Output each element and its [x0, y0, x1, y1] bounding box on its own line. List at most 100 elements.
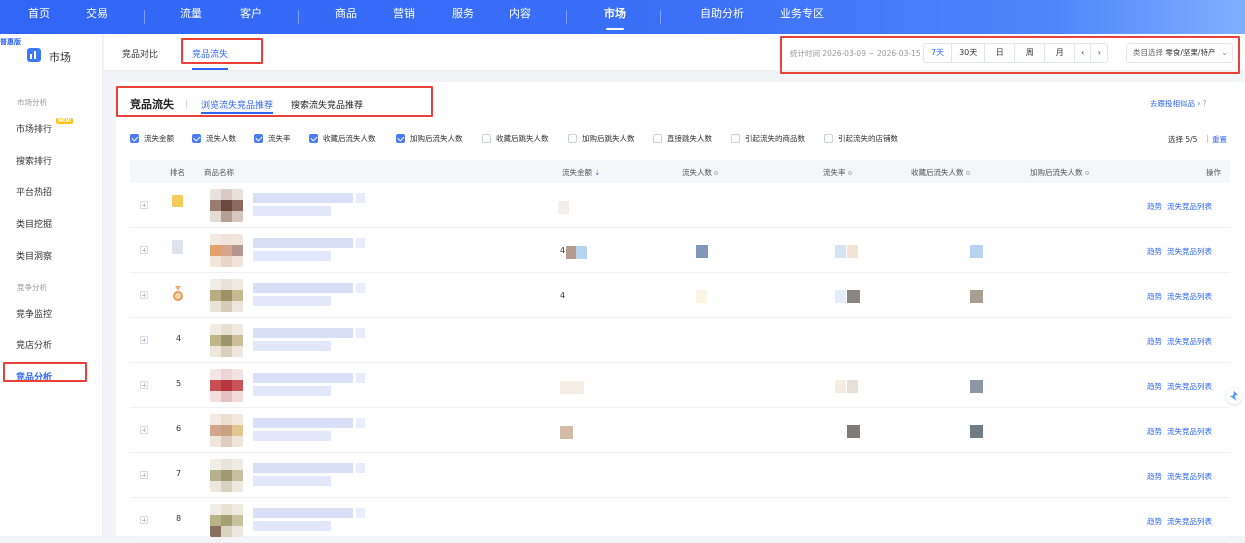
help-icon[interactable]: ? — [1203, 99, 1207, 108]
product-thumbnail[interactable] — [210, 324, 243, 357]
expand-icon[interactable] — [140, 516, 148, 524]
header-fav-loss[interactable]: 收藏后流失人数 — [911, 167, 970, 178]
nav-self-analysis[interactable]: 自助分析 — [700, 0, 744, 34]
tab-product-loss[interactable]: 竞品流失 — [192, 47, 229, 70]
nav-business-zone[interactable]: 业务专区 — [780, 0, 824, 34]
product-title-blurred[interactable] — [253, 283, 365, 293]
product-subtitle-blurred — [253, 431, 331, 441]
range-month-button[interactable]: 月 — [1045, 44, 1076, 62]
checkbox-label: 引起流失的店铺数 — [838, 134, 898, 143]
sidebar-item-competitor-product[interactable]: 竞品分析 — [16, 370, 52, 383]
sidebar-item-competition-monitor[interactable]: 竞争监控 — [16, 307, 52, 320]
rank-number: 7 — [176, 469, 182, 478]
nav-traffic[interactable]: 流量 — [180, 0, 202, 34]
loss-list-link[interactable]: 流失竞品列表 — [1167, 427, 1212, 436]
range-7d-button[interactable]: 7天 — [924, 44, 953, 62]
header-loss-rate[interactable]: 流失率 — [823, 167, 852, 178]
checkbox-icon — [731, 134, 740, 143]
loss-list-link[interactable]: 流失竞品列表 — [1167, 292, 1212, 301]
loss-list-link[interactable]: 流失竞品列表 — [1167, 247, 1212, 256]
product-thumbnail[interactable] — [210, 234, 243, 267]
category-select[interactable]: 类目选择 零食/坚果/特产 ⌄ — [1126, 43, 1233, 63]
product-thumbnail[interactable] — [210, 459, 243, 492]
product-subtitle-blurred — [253, 521, 331, 531]
next-period-icon[interactable]: › — [1091, 44, 1108, 62]
loss-rate-blurred — [847, 380, 858, 393]
expand-icon[interactable] — [140, 336, 148, 344]
prev-period-icon[interactable]: ‹ — [1075, 44, 1092, 62]
loss-list-link[interactable]: 流失竞品列表 — [1167, 472, 1212, 481]
tab-product-compare[interactable]: 竞品对比 — [122, 47, 158, 60]
expand-icon[interactable] — [140, 291, 148, 299]
sidebar-item-search-rank[interactable]: 搜索排行 — [16, 154, 52, 167]
loss-rate-blurred — [835, 380, 846, 393]
product-thumbnail[interactable] — [210, 189, 243, 222]
nav-divider — [298, 10, 299, 24]
product-title-blurred[interactable] — [253, 418, 365, 428]
checkbox-label: 引起流失的商品数 — [745, 134, 805, 143]
checkbox-label: 流失人数 — [206, 134, 236, 143]
product-thumbnail[interactable] — [210, 504, 243, 537]
expand-icon[interactable] — [140, 471, 148, 479]
table-row: 7 趋势 流失竞品列表 — [130, 453, 1230, 498]
trend-link[interactable]: 趋势 — [1147, 427, 1162, 436]
product-title-blurred[interactable] — [253, 463, 365, 473]
expand-icon[interactable] — [140, 426, 148, 434]
loss-list-link[interactable]: 流失竞品列表 — [1167, 202, 1212, 211]
range-week-button[interactable]: 周 — [1015, 44, 1046, 62]
nav-product[interactable]: 商品 — [335, 0, 357, 34]
fav-loss-blurred — [970, 245, 983, 258]
tab-search-loss[interactable]: 搜索流失竞品推荐 — [291, 98, 363, 111]
range-30d-button[interactable]: 30天 — [952, 44, 986, 62]
trend-link[interactable]: 趋势 — [1147, 247, 1162, 256]
loss-list-link[interactable]: 流失竞品列表 — [1167, 382, 1212, 391]
gold-medal-icon — [172, 195, 183, 207]
assistant-float-icon[interactable] — [1226, 388, 1242, 404]
loss-list-link[interactable]: 流失竞品列表 — [1167, 337, 1212, 346]
header-cart-loss[interactable]: 加购后流失人数 — [1030, 167, 1089, 178]
nav-divider — [660, 10, 661, 24]
header-loss-amount[interactable]: 流失金额 ⇣ — [562, 167, 600, 178]
checkbox-icon — [192, 134, 201, 143]
product-thumbnail[interactable] — [210, 369, 243, 402]
sidebar-item-market-rank[interactable]: 市场排行 NEW — [16, 118, 74, 135]
tab-browse-loss[interactable]: 浏览流失竞品推荐 — [201, 98, 274, 114]
category-select-value: 零食/坚果/特产 — [1165, 48, 1216, 57]
reset-button[interactable]: 重置 — [1212, 134, 1227, 145]
follow-similar-link[interactable]: 去跟投相似品 › ? — [1150, 98, 1207, 109]
sidebar-item-platform-hot[interactable]: 平台热招 — [16, 185, 52, 198]
loss-list-link[interactable]: 流失竞品列表 — [1167, 517, 1212, 526]
header-loss-users[interactable]: 流失人数 — [682, 167, 718, 178]
trend-link[interactable]: 趋势 — [1147, 382, 1162, 391]
range-day-button[interactable]: 日 — [985, 44, 1016, 62]
loss-users-blurred — [696, 245, 708, 258]
expand-icon[interactable] — [140, 381, 148, 389]
nav-market[interactable]: 市场 — [604, 0, 626, 34]
expand-icon[interactable] — [140, 246, 148, 254]
nav-home[interactable]: 首页 — [28, 0, 50, 34]
nav-trade[interactable]: 交易 — [86, 0, 108, 34]
nav-marketing[interactable]: 营销 — [393, 0, 415, 34]
trend-link[interactable]: 趋势 — [1147, 472, 1162, 481]
header-product-name: 商品名称 — [204, 168, 234, 177]
sidebar-item-category-insight[interactable]: 类目洞察 — [16, 249, 52, 262]
nav-service[interactable]: 服务 — [452, 0, 474, 34]
expand-icon[interactable] — [140, 201, 148, 209]
product-title-blurred[interactable] — [253, 328, 365, 338]
nav-customer[interactable]: 客户 — [240, 0, 262, 34]
nav-content[interactable]: 内容 — [509, 0, 531, 34]
fav-loss-blurred — [970, 380, 983, 393]
product-thumbnail[interactable] — [210, 414, 243, 447]
product-subtitle-blurred — [253, 386, 331, 396]
sidebar-item-competitor-store[interactable]: 竞店分析 — [16, 338, 52, 351]
sidebar-item-category-mining[interactable]: 类目挖掘 — [16, 217, 52, 230]
trend-link[interactable]: 趋势 — [1147, 517, 1162, 526]
product-title-blurred[interactable] — [253, 238, 365, 248]
trend-link[interactable]: 趋势 — [1147, 337, 1162, 346]
trend-link[interactable]: 趋势 — [1147, 292, 1162, 301]
product-title-blurred[interactable] — [253, 373, 365, 383]
trend-link[interactable]: 趋势 — [1147, 202, 1162, 211]
product-title-blurred[interactable] — [253, 508, 365, 518]
product-thumbnail[interactable] — [210, 279, 243, 312]
product-title-blurred[interactable] — [253, 193, 365, 203]
